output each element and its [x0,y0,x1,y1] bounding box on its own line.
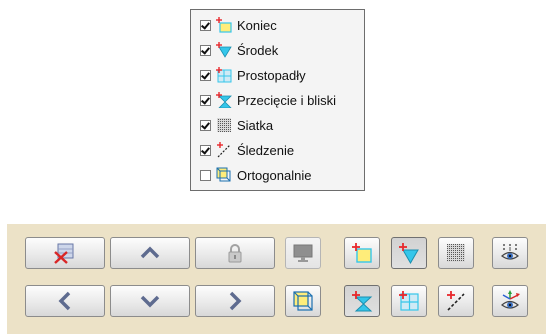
move-right-button[interactable] [195,285,275,317]
menu-item-label: Środek [237,42,279,58]
arrow-down-icon [140,294,160,308]
clear-constraints-icon [53,242,77,264]
snap-options-menu: Koniec Środek Prostopadły Przecięcie i b… [190,9,365,191]
snap-tracking-icon [445,290,467,312]
move-down-button[interactable] [110,285,190,317]
view-working-plane-button[interactable] [492,237,528,269]
tracking-checkbox[interactable] [200,144,211,156]
menu-item-intersection[interactable]: Przecięcie i bliski [191,89,364,111]
perpendicular-icon [216,67,232,83]
tracking-icon [216,142,232,158]
clear-constraints-button[interactable] [25,237,105,269]
snap-ortho-icon [292,290,314,312]
ortho-icon [216,167,232,183]
view-axes-icon [499,290,521,312]
arrow-up-icon [140,246,160,260]
perpendicular-checkbox[interactable] [200,69,211,81]
menu-item-label: Prostopadły [237,67,306,83]
snap-grid-icon [445,242,467,264]
move-up-button[interactable] [110,237,190,269]
ortho-checkbox[interactable] [200,169,211,181]
arrow-right-icon [228,291,242,311]
snap-intersection-icon [351,290,373,312]
menu-item-tracking[interactable]: Śledzenie [191,139,364,161]
endpoint-checkbox[interactable] [200,19,211,31]
arrow-left-icon [58,291,72,311]
midpoint-icon [216,42,232,58]
grid-checkbox[interactable] [200,119,211,131]
intersection-icon [216,92,232,109]
view-axes-button[interactable] [492,285,528,317]
menu-item-ortho[interactable]: Ortogonalnie [191,164,364,186]
snap-grid-button[interactable] [438,237,474,269]
snap-perpendicular-button[interactable] [391,285,427,317]
intersection-checkbox[interactable] [200,94,211,106]
monitor-icon [292,243,314,263]
snap-endpoint-icon [351,242,373,264]
lock-button[interactable] [195,237,275,269]
menu-item-endpoint[interactable]: Koniec [191,14,364,36]
menu-item-label: Śledzenie [237,142,295,158]
snap-toolbar [7,224,546,334]
menu-item-label: Przecięcie i bliski [237,92,336,108]
grid-icon [216,117,232,133]
midpoint-checkbox[interactable] [200,44,211,56]
snap-intersection-button[interactable] [344,285,380,317]
lock-icon [227,243,243,263]
menu-item-perpendicular[interactable]: Prostopadły [191,64,364,86]
snap-endpoint-button[interactable] [344,237,380,269]
move-left-button[interactable] [25,285,105,317]
snap-perpendicular-icon [398,290,420,312]
menu-item-midpoint[interactable]: Środek [191,39,364,61]
view-working-plane-icon [499,242,521,264]
menu-item-label: Ortogonalnie [237,167,312,183]
menu-item-label: Siatka [237,117,274,133]
snap-midpoint-icon [398,242,420,264]
menu-item-label: Koniec [237,17,277,33]
endpoint-icon [216,17,232,33]
snap-tracking-button[interactable] [438,285,474,317]
snap-midpoint-button[interactable] [391,237,427,269]
working-plane-button[interactable] [285,237,321,269]
menu-item-grid[interactable]: Siatka [191,114,364,136]
snap-ortho-button[interactable] [285,285,321,317]
